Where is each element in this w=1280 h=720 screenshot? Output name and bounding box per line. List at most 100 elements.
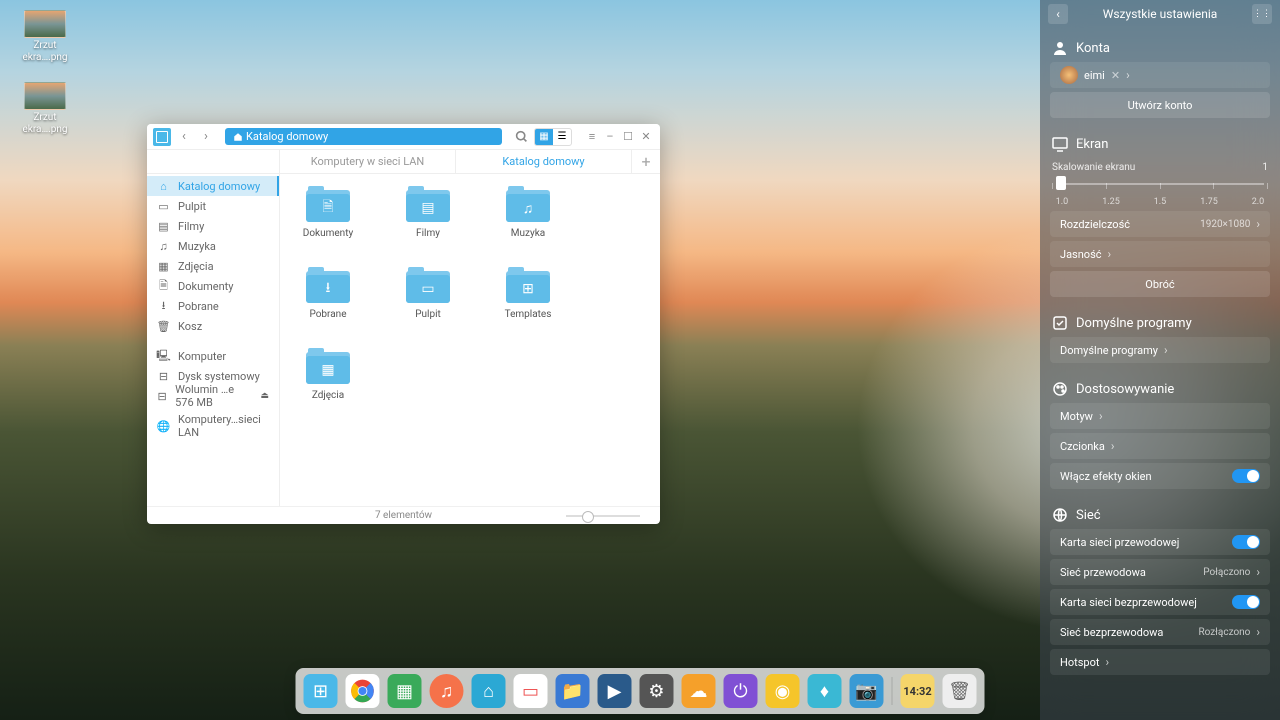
sidebar-item[interactable]: ⌂Katalog domowy [147,176,279,196]
sidebar-item[interactable]: ▦Zdjęcia [147,256,279,276]
sidebar-item[interactable]: ⊟Wolumin …e 576 MB⏏ [147,386,279,406]
rotate-button[interactable]: Obróć [1050,271,1270,297]
calendar-icon[interactable]: ▭ [514,674,548,708]
cloud-icon[interactable]: ☁ [682,674,716,708]
desktop-file-1[interactable]: Zrzut ekra….png [15,10,75,64]
sidebar-item[interactable]: 🗑Kosz [147,316,279,336]
nav-forward-button[interactable]: › [197,128,215,146]
window-titlebar[interactable]: ‹ › Katalog domowy ▦ ☰ ≡ – ☐ ✕ [147,124,660,150]
brightness-row[interactable]: Jasność › [1050,241,1270,267]
tab-spacer [147,150,280,173]
folder-item[interactable]: 🗎Dokumenty [298,186,358,239]
trash-icon[interactable]: 🗑 [943,674,977,708]
sidebar-icon: 🖳 [157,350,170,363]
hotspot-row[interactable]: Hotspot › [1050,649,1270,675]
wired-network-row[interactable]: Sieć przewodowa Połączono › [1050,559,1270,585]
account-row-user[interactable]: eimi ✕ › [1050,62,1270,88]
default-apps-row[interactable]: Domyślne programy › [1050,337,1270,363]
spreadsheet-icon[interactable]: ▦ [388,674,422,708]
folder-item[interactable]: ⭳Pobrane [298,267,358,320]
settings-panel: ‹ Wszystkie ustawienia ⋮⋮ Konta eimi ✕ ›… [1040,0,1280,720]
wireless-card-label: Karta sieci bezprzewodowej [1060,596,1197,609]
app-logo-icon [153,128,171,146]
chrome-icon[interactable] [346,674,380,708]
minimize-button[interactable]: – [602,129,618,145]
font-row[interactable]: Czcionka › [1050,433,1270,459]
sidebar-item[interactable]: 🌐Komputery…sieci LAN [147,416,279,436]
resolution-row[interactable]: Rozdzielczość 1920×1080 › [1050,211,1270,237]
back-button[interactable]: ‹ [1048,4,1068,24]
eject-icon[interactable]: ⏏ [260,391,269,401]
effects-toggle[interactable] [1232,469,1260,483]
wireless-card-row[interactable]: Karta sieci bezprzewodowej [1050,589,1270,615]
nav-back-button[interactable]: ‹ [175,128,193,146]
status-bar: 7 elementów [147,506,660,524]
video-icon[interactable]: ▶ [598,674,632,708]
sidebar-label: Filmy [178,220,204,233]
launcher-icon[interactable]: ⊞ [304,674,338,708]
palette-icon [1052,381,1068,397]
files-icon[interactable]: 📁 [556,674,590,708]
maximize-button[interactable]: ☐ [620,129,636,145]
folder-item[interactable]: ▦ Zdjęcia [298,348,358,401]
wired-card-row[interactable]: Karta sieci przewodowej [1050,529,1270,555]
folder-item[interactable]: ▭Pulpit [398,267,458,320]
sidebar-item[interactable]: 🖳Komputer [147,346,279,366]
sidebar-label: Pobrane [178,300,219,313]
wired-card-label: Karta sieci przewodowej [1060,536,1179,549]
scale-value: 1 [1262,162,1268,173]
screenshot-icon[interactable]: 📷 [850,674,884,708]
power-icon[interactable]: ⏻ [724,674,758,708]
tab-network[interactable]: Komputery w sieci LAN [280,150,456,173]
settings-icon[interactable]: ⚙ [640,674,674,708]
desktop-file-2[interactable]: Zrzut ekra….png [15,82,75,136]
folder-icon: ▦ [306,348,350,384]
window-effects-row[interactable]: Włącz efekty okien [1050,463,1270,489]
tab-home[interactable]: Katalog domowy [456,150,632,173]
folder-item[interactable]: ⊞Templates [498,267,558,320]
close-button[interactable]: ✕ [638,129,654,145]
grid-view-button[interactable]: ⋮⋮ [1252,4,1272,24]
sidebar-item[interactable]: ♫Muzyka [147,236,279,256]
chevron-right-icon: › [1256,625,1260,639]
tab-add-button[interactable]: + [632,150,660,173]
sidebar-item[interactable]: 🗎Dokumenty [147,276,279,296]
chevron-right-icon: › [1105,655,1109,669]
zoom-slider[interactable] [566,515,640,517]
folder-item[interactable]: ♫Muzyka [498,186,558,239]
folder-label: Zdjęcia [298,390,358,401]
menu-button[interactable]: ≡ [584,129,600,145]
globe-icon [1052,507,1068,523]
wired-card-toggle[interactable] [1232,535,1260,549]
list-view-button[interactable]: ☰ [553,129,571,145]
address-bar[interactable]: Katalog domowy [225,128,502,145]
music-icon[interactable]: ♫ [430,674,464,708]
file-label: Zrzut ekra….png [15,40,75,64]
screenshot-thumbnail [24,82,66,110]
brightness-label: Jasność [1060,248,1102,261]
chevron-right-icon: › [1111,439,1115,453]
sidebar-item[interactable]: ▭Pulpit [147,196,279,216]
wired-label: Sieć przewodowa [1060,566,1146,579]
breadcrumb-home[interactable]: Katalog domowy [225,128,502,145]
sidebar-icon: ♫ [157,240,170,253]
icon-view-button[interactable]: ▦ [535,129,553,145]
screenshot-thumbnail [24,10,66,38]
appstore-icon[interactable]: ⌂ [472,674,506,708]
disk-icon[interactable]: ◉ [766,674,800,708]
folder-grid[interactable]: 🗎Dokumenty ▤Filmy ♫Muzyka ⭳Pobrane ▭Pulpit ⊞T… [280,174,660,506]
help-icon[interactable]: ♦ [808,674,842,708]
resolution-value: 1920×1080 [1200,219,1250,230]
create-account-button[interactable]: Utwórz konto [1050,92,1270,118]
remove-user-icon[interactable]: ✕ [1111,69,1120,82]
search-button[interactable] [512,128,530,146]
wireless-card-toggle[interactable] [1232,595,1260,609]
sidebar-item[interactable]: ▤Filmy [147,216,279,236]
folder-item[interactable]: ▤Filmy [398,186,458,239]
clock-icon[interactable]: 14:32 [901,674,935,708]
wireless-network-row[interactable]: Sieć bezprzewodowa Rozłączono › [1050,619,1270,645]
sidebar-item[interactable]: ⭳Pobrane [147,296,279,316]
theme-row[interactable]: Motyw › [1050,403,1270,429]
dock: ⊞ ▦ ♫ ⌂ ▭ 📁 ▶ ⚙ ☁ ⏻ ◉ ♦ 📷 14:32 🗑 [296,668,985,714]
default-apps-label: Domyślne programy [1060,344,1158,357]
